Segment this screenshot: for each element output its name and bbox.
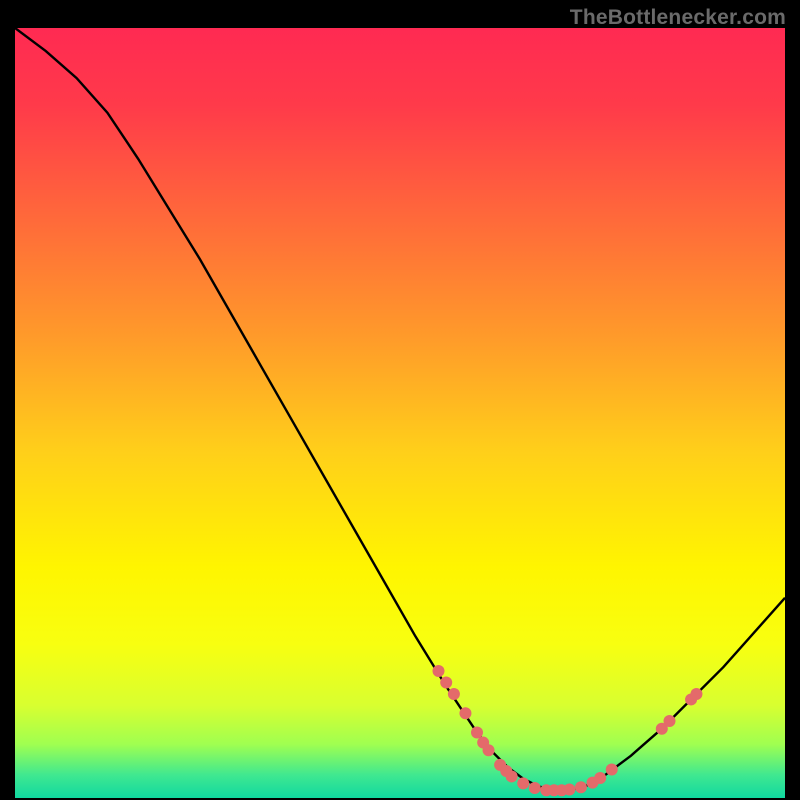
data-marker	[471, 727, 483, 739]
data-marker	[459, 707, 471, 719]
data-marker	[606, 764, 618, 776]
data-marker	[483, 744, 495, 756]
data-marker	[690, 688, 702, 700]
data-marker	[433, 665, 445, 677]
bottleneck-chart	[15, 28, 785, 798]
chart-frame	[15, 28, 785, 798]
watermark: TheBottlenecker.com	[570, 6, 786, 30]
data-marker	[664, 715, 676, 727]
data-marker	[563, 784, 575, 796]
data-marker	[529, 782, 541, 794]
data-marker	[448, 688, 460, 700]
data-marker	[575, 781, 587, 793]
data-marker	[506, 770, 518, 782]
data-marker	[440, 677, 452, 689]
data-marker	[594, 772, 606, 784]
data-marker	[517, 777, 529, 789]
